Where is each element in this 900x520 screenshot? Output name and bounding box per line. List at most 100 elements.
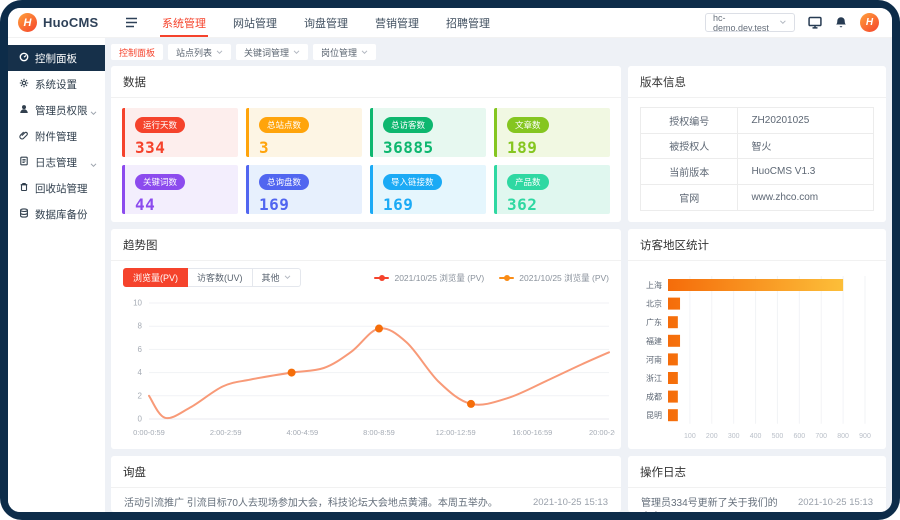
- tab-keyword-mgmt[interactable]: 关键词管理: [236, 44, 309, 60]
- nav-item-website[interactable]: 网站管理: [233, 8, 277, 37]
- app-window: H HuoCMS 系统管理 网站管理 询盘管理 营销管理 招聘管理 hc-dem…: [8, 8, 892, 512]
- site-domain-select[interactable]: hc-demo.dev.test: [705, 13, 795, 33]
- sidebar-item-db-backup[interactable]: 数据库备份: [8, 201, 105, 227]
- svg-text:16:00-16:59: 16:00-16:59: [512, 428, 552, 437]
- stat-card-articles: 文章数 189: [494, 108, 610, 157]
- svg-text:福建: 福建: [646, 336, 662, 346]
- operation-log-panel: 操作日志 管理员334号更新了关于我们的内容。 2021-10-25 15:13: [628, 456, 886, 512]
- version-table: 授权编号 ZH20201025 被授权人 智火 当前版本 HuoCMS V1.3…: [640, 107, 874, 211]
- svg-text:8:00-8:59: 8:00-8:59: [363, 428, 395, 437]
- sidebar-item-attachments[interactable]: 附件管理: [8, 123, 105, 149]
- tab-label: 站点列表: [176, 47, 213, 58]
- svg-text:2:00-2:59: 2:00-2:59: [210, 428, 242, 437]
- window-frame: H HuoCMS 系统管理 网站管理 询盘管理 营销管理 招聘管理 hc-dem…: [0, 0, 900, 520]
- stat-card-products: 产品数 362: [494, 165, 610, 214]
- stats-grid: 运行天数 334 总站点数 3 总访客数 36885 文章数 189 关键词数 …: [111, 98, 621, 222]
- legend-marker-orange: [499, 274, 515, 281]
- svg-text:700: 700: [815, 433, 827, 440]
- stat-value: 36885: [383, 138, 434, 157]
- svg-text:0:00-0:59: 0:00-0:59: [133, 428, 165, 437]
- chevron-down-icon: [90, 107, 97, 119]
- tab-position-mgmt[interactable]: 岗位管理: [313, 44, 377, 60]
- menu-collapse-icon[interactable]: [125, 17, 138, 28]
- filter-uv-button[interactable]: 访客数(UV): [188, 268, 253, 287]
- svg-text:昆明: 昆明: [646, 411, 662, 420]
- version-row-value: ZH20201025: [738, 108, 873, 134]
- version-row-value: www.zhco.com: [751, 191, 819, 203]
- filter-other-label: 其他: [261, 273, 280, 283]
- stat-value: 169: [259, 195, 290, 214]
- stat-value: 189: [507, 138, 538, 157]
- filter-pv-button[interactable]: 浏览量(PV): [123, 268, 189, 287]
- stat-card-keywords: 关键词数 44: [122, 165, 238, 214]
- svg-text:4:00-4:59: 4:00-4:59: [286, 428, 318, 437]
- sidebar-item-recycle-bin[interactable]: 回收站管理: [8, 175, 105, 201]
- user-icon: [19, 104, 29, 117]
- tab-dashboard[interactable]: 控制面板: [111, 44, 164, 60]
- filter-other-dropdown[interactable]: 其他: [252, 268, 301, 287]
- log-item[interactable]: 管理员334号更新了关于我们的内容。 2021-10-25 15:13: [628, 488, 886, 512]
- database-icon: [19, 207, 29, 221]
- nav-item-marketing[interactable]: 营销管理: [375, 8, 419, 37]
- panel-title: 操作日志: [628, 456, 886, 488]
- gauge-icon: [19, 52, 29, 65]
- log-book-icon: [19, 156, 29, 169]
- sidebar-item-logs[interactable]: 日志管理: [8, 149, 105, 175]
- panel-title: 访客地区统计: [628, 229, 886, 261]
- svg-text:100: 100: [684, 433, 696, 440]
- svg-text:10: 10: [133, 299, 142, 308]
- panel-title: 趋势图: [111, 229, 621, 261]
- x-axis-labels: 0:00-0:59 2:00-2:59 4:00-4:59 8:00-8:59 12:0…: [133, 428, 621, 437]
- inquiry-text: 活动引流推广 引流目标70人去现场参加大会，科技论坛大会地点黄浦。本周五举办。: [124, 498, 498, 509]
- log-text: 管理员334号更新了关于我们的内容。: [641, 498, 778, 509]
- monitor-icon[interactable]: [808, 16, 822, 29]
- chevron-down-icon: [780, 20, 786, 25]
- bell-icon[interactable]: [835, 16, 847, 29]
- version-row-value: HuoCMS V1.3: [738, 159, 873, 185]
- svg-text:800: 800: [837, 433, 849, 440]
- stat-value: 362: [507, 195, 538, 214]
- gear-icon: [19, 78, 29, 91]
- stat-badge: 导入链接数: [383, 174, 442, 190]
- nav-item-recruit[interactable]: 招聘管理: [446, 8, 490, 37]
- sidebar: 控制面板 系统设置 管理员权限 附件管理 日志管理 回收站管理 数据库备份: [8, 38, 105, 512]
- chevron-down-icon: [216, 49, 223, 54]
- log-time: 2021-10-25 15:13: [797, 497, 873, 508]
- svg-text:上海: 上海: [646, 280, 662, 290]
- svg-text:浙江: 浙江: [646, 373, 662, 383]
- svg-text:6: 6: [138, 345, 143, 354]
- sidebar-item-dashboard[interactable]: 控制面板: [8, 45, 105, 71]
- user-avatar[interactable]: H: [860, 13, 879, 32]
- svg-text:广东: 广东: [646, 317, 662, 327]
- inquiry-item[interactable]: 活动引流推广 引流目标70人去现场参加大会，科技论坛大会地点黄浦。本周五举办。 …: [111, 488, 621, 512]
- stat-badge: 关键词数: [135, 174, 186, 190]
- nav-item-system[interactable]: 系统管理: [160, 8, 208, 37]
- stat-card-total-visitors: 总访客数 36885: [370, 108, 486, 157]
- tab-label: 岗位管理: [321, 47, 358, 58]
- nav-item-inquiry[interactable]: 询盘管理: [304, 8, 348, 37]
- tab-label: 控制面板: [119, 47, 156, 58]
- chevron-down-icon: [284, 275, 290, 280]
- chevron-down-icon: [361, 49, 368, 54]
- tab-site-list[interactable]: 站点列表: [168, 44, 232, 60]
- region-bars: 上海北京广东福建河南浙江成都昆明: [646, 279, 844, 422]
- sidebar-item-admin-rights[interactable]: 管理员权限: [8, 97, 105, 123]
- breadcrumb-tabs: 控制面板 站点列表 关键词管理 岗位管理: [111, 44, 886, 60]
- version-row-label: 当前版本: [641, 159, 739, 185]
- version-row-label: 被授权人: [641, 133, 739, 159]
- stat-badge: 总站点数: [259, 117, 310, 133]
- sidebar-item-settings[interactable]: 系统设置: [8, 71, 105, 97]
- main-content: 控制面板 站点列表 关键词管理 岗位管理 数据 运行天数 334 总站点数 3 …: [105, 38, 892, 512]
- chevron-down-icon: [90, 159, 97, 171]
- main-nav: 系统管理 网站管理 询盘管理 营销管理 招聘管理: [160, 8, 490, 37]
- inquiry-time: 2021-10-25 15:13: [532, 497, 608, 508]
- trash-icon: [19, 182, 29, 195]
- panel-title: 版本信息: [628, 66, 886, 98]
- trend-line-chart: 0 2 4 6 8 10 0:00-0:59 2:00-2:59 4:00-4:59 8:00-8…: [133, 299, 621, 438]
- panel-title: 询盘: [111, 456, 621, 488]
- svg-text:8: 8: [138, 322, 143, 331]
- grid-lines: 100 200 300 400 500 600 700 800 900: [684, 276, 871, 440]
- header-actions: hc-demo.dev.test H: [705, 13, 892, 33]
- legend-label: 2021/10/25 浏览量 (PV): [519, 272, 609, 283]
- version-row-value: 智火: [738, 134, 873, 159]
